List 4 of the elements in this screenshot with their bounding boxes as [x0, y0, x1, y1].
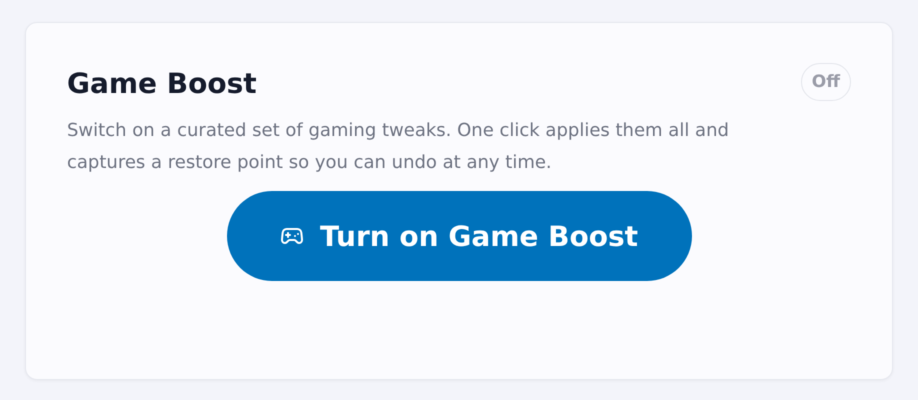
card-title: Game Boost: [67, 67, 257, 100]
turn-on-button[interactable]: Turn on Game Boost: [226, 191, 692, 281]
card-description: Switch on a curated set of gaming tweaks. One click applies them all and captures a restore point so you can undo at any time.: [67, 119, 730, 175]
status-badge: Off: [800, 63, 851, 101]
